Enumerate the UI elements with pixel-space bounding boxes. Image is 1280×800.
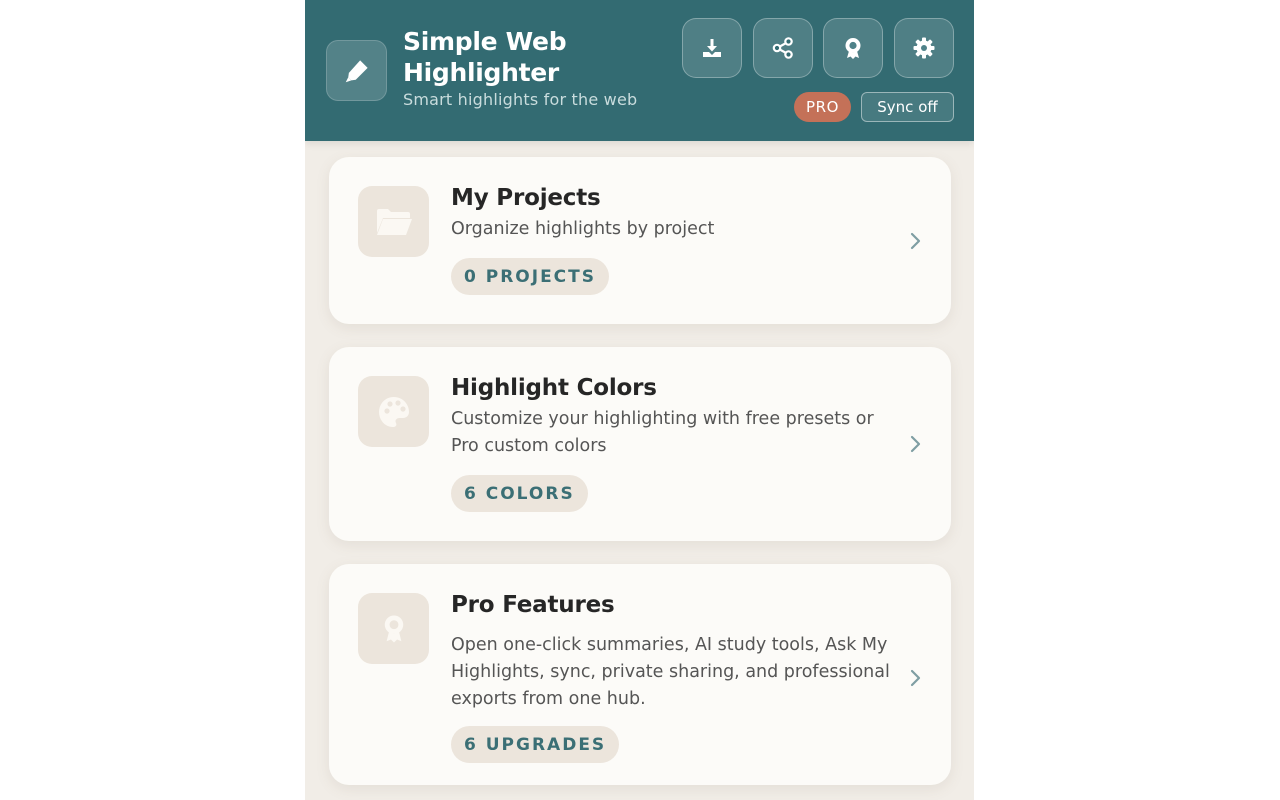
card-title: Highlight Colors bbox=[451, 375, 657, 401]
download-icon bbox=[703, 39, 721, 57]
pro-award-button[interactable] bbox=[823, 18, 883, 78]
card-description: Customize your highlighting with free pr… bbox=[451, 409, 874, 456]
chevron-right-icon bbox=[910, 232, 921, 250]
sync-status-button[interactable]: Sync off bbox=[861, 92, 954, 122]
app-subtitle: Smart highlights for the web bbox=[403, 90, 638, 109]
share-icon bbox=[772, 37, 793, 59]
pro-features-card[interactable]: Pro Features Open one-click summaries, A… bbox=[329, 564, 951, 785]
card-description: Open one-click summaries, AI study tools… bbox=[451, 635, 890, 709]
pro-icon-tile bbox=[358, 593, 429, 664]
my-projects-card[interactable]: My Projects Organize highlights by proje… bbox=[329, 157, 951, 324]
share-button[interactable] bbox=[753, 18, 813, 78]
colors-count-badge: 6 COLORS bbox=[451, 475, 588, 512]
pro-badge[interactable]: PRO bbox=[794, 92, 851, 122]
card-title: Pro Features bbox=[451, 592, 615, 618]
gear-icon bbox=[913, 37, 935, 59]
app-title: Simple Web Highlighter bbox=[403, 27, 567, 87]
award-icon bbox=[845, 38, 861, 59]
card-description: Organize highlights by project bbox=[451, 219, 715, 239]
chevron-right-icon bbox=[910, 669, 921, 687]
highlight-colors-card[interactable]: Highlight Colors Customize your highligh… bbox=[329, 347, 951, 541]
award-icon bbox=[384, 614, 403, 643]
projects-icon-tile bbox=[358, 186, 429, 257]
projects-count-badge: 0 PROJECTS bbox=[451, 258, 610, 295]
extension-popup: Simple Web Highlighter Smart highlights … bbox=[305, 0, 974, 800]
header: Simple Web Highlighter Smart highlights … bbox=[305, 0, 974, 141]
colors-icon-tile bbox=[358, 376, 429, 447]
palette-icon bbox=[378, 396, 409, 427]
settings-button[interactable] bbox=[894, 18, 954, 78]
folder-icon bbox=[376, 208, 412, 235]
upgrades-count-badge: 6 UPGRADES bbox=[451, 726, 620, 763]
download-button[interactable] bbox=[682, 18, 742, 78]
highlighter-icon bbox=[345, 59, 368, 82]
card-title: My Projects bbox=[451, 185, 601, 211]
app-logo bbox=[326, 40, 387, 101]
chevron-right-icon bbox=[910, 435, 921, 453]
